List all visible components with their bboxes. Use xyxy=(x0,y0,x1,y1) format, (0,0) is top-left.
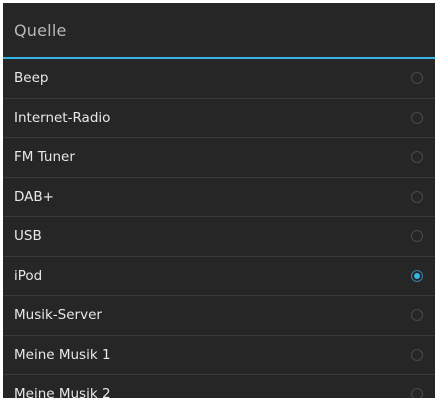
source-option-label: Internet-Radio xyxy=(14,109,111,126)
dialog-header: Quelle xyxy=(3,3,435,59)
source-option-label: Meine Musik 2 xyxy=(14,386,111,398)
source-option-ipod[interactable]: iPod xyxy=(3,257,435,296)
radio-button[interactable] xyxy=(411,151,423,164)
source-option-beep[interactable]: Beep xyxy=(3,59,435,99)
source-option-musik-server[interactable]: Musik-Server xyxy=(3,296,435,336)
source-option-label: FM Tuner xyxy=(14,149,75,166)
source-option-internet-radio[interactable]: Internet-Radio xyxy=(3,99,435,138)
source-dialog: Quelle Beep Internet-Radio FM Tuner DAB+… xyxy=(3,3,435,398)
source-option-label: USB xyxy=(14,228,42,245)
radio-button[interactable] xyxy=(411,388,423,398)
source-option-label: DAB+ xyxy=(14,188,54,205)
source-option-label: iPod xyxy=(14,267,43,284)
radio-button[interactable] xyxy=(411,190,423,203)
source-list: Beep Internet-Radio FM Tuner DAB+ USB iP… xyxy=(3,59,435,398)
source-option-dab-plus[interactable]: DAB+ xyxy=(3,178,435,217)
radio-button[interactable] xyxy=(411,348,423,361)
radio-button-selected[interactable] xyxy=(411,269,423,282)
radio-button[interactable] xyxy=(411,309,423,322)
source-option-usb[interactable]: USB xyxy=(3,217,435,257)
radio-button[interactable] xyxy=(411,72,423,85)
radio-button[interactable] xyxy=(411,111,423,124)
source-option-label: Musik-Server xyxy=(14,307,102,324)
source-option-label: Beep xyxy=(14,70,49,87)
source-option-meine-musik-2[interactable]: Meine Musik 2 xyxy=(3,375,435,398)
source-option-meine-musik-1[interactable]: Meine Musik 1 xyxy=(3,336,435,375)
radio-button[interactable] xyxy=(411,230,423,243)
source-option-fm-tuner[interactable]: FM Tuner xyxy=(3,138,435,178)
dialog-title: Quelle xyxy=(14,20,67,40)
source-option-label: Meine Musik 1 xyxy=(14,346,111,363)
